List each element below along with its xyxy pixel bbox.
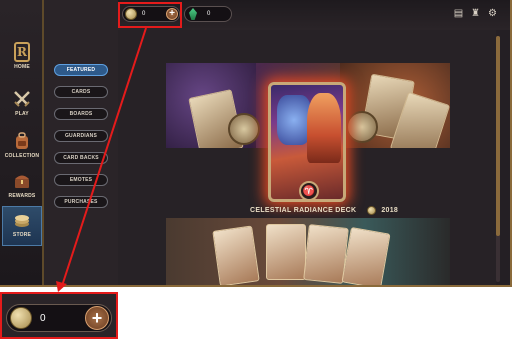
submenu-cards[interactable]: CARDS (54, 86, 108, 98)
shard-amount: 0 (207, 11, 211, 17)
game-client-window: R HOME PLAY COLLECTION REWARDS STORE FEA… (0, 0, 512, 287)
deck-art-creature (277, 95, 311, 145)
nav-label-rewards: REWARDS (8, 193, 36, 199)
deck-price: 2018 (381, 207, 399, 214)
screenshot-stage: R HOME PLAY COLLECTION REWARDS STORE FEA… (0, 0, 512, 339)
zoomed-currency-callout: 0 + (0, 292, 118, 339)
submenu-card-backs[interactable]: CARD BACKS (54, 152, 108, 164)
preview-card (212, 225, 260, 287)
preview-card (341, 226, 391, 287)
scroll-thumb[interactable] (496, 36, 500, 236)
nav-label-home: HOME (14, 64, 30, 70)
coin-icon (367, 206, 377, 215)
nav-item-store[interactable]: STORE (2, 206, 42, 246)
backpack-icon (16, 132, 28, 149)
submenu-featured[interactable]: FEATURED (54, 64, 108, 76)
currency-highlight-box (118, 2, 182, 28)
submenu-guardians[interactable]: GUARDIANS (54, 130, 108, 142)
coin-icon (10, 307, 32, 329)
zoomed-coin-amount: 0 (40, 312, 46, 324)
buy-coins-button[interactable]: + (85, 306, 109, 330)
missions-icon[interactable]: ▤ (453, 8, 464, 19)
deck-caption: CELESTIAL RADIANCE DECK 2018 (250, 206, 398, 215)
submenu-emotes[interactable]: EMOTES (54, 174, 108, 186)
nav-label-collection: COLLECTION (4, 153, 40, 159)
zoomed-coin-balance: 0 + (6, 304, 112, 332)
nav-item-rewards[interactable]: REWARDS (2, 168, 42, 208)
nav-item-collection[interactable]: COLLECTION (2, 128, 42, 168)
aries-emblem-icon: ♈ (299, 181, 319, 201)
main-scrollbar[interactable] (496, 36, 500, 282)
treasure-chest-icon (15, 175, 29, 188)
profile-icon[interactable]: ♜ (470, 8, 481, 19)
crossed-swords-icon (14, 91, 30, 107)
coin-stack-icon (15, 215, 29, 227)
legends-logo-icon: R (14, 42, 30, 62)
preview-card (266, 224, 306, 280)
shard-balance: 0 (184, 6, 232, 22)
nav-label-store: STORE (12, 232, 32, 238)
submenu-boards[interactable]: BOARDS (54, 108, 108, 120)
second-banner[interactable] (166, 218, 450, 287)
celestial-radiance-deck-card[interactable]: ♈ (268, 82, 346, 202)
top-right-icons: ▤ ♜ ⚙ (453, 8, 498, 19)
deck-title: CELESTIAL RADIANCE DECK (250, 207, 357, 214)
settings-gear-icon[interactable]: ⚙ (487, 8, 498, 19)
nav-item-home[interactable]: R HOME (2, 42, 42, 82)
store-featured-panel: ♈ CELESTIAL RADIANCE DECK 2018 (118, 30, 496, 287)
nav-item-play[interactable]: PLAY (2, 86, 42, 126)
store-submenu: FEATURED CARDS BOARDS GUARDIANS CARD BAC… (44, 0, 118, 287)
deck-art-hero (307, 93, 341, 163)
submenu-purchases[interactable]: PURCHASES (54, 196, 108, 208)
shard-gem-icon (189, 8, 197, 20)
nav-label-play: PLAY (15, 111, 29, 117)
board-seal (228, 113, 260, 145)
board-seal (346, 111, 378, 143)
main-nav-rail: R HOME PLAY COLLECTION REWARDS STORE (0, 0, 44, 287)
